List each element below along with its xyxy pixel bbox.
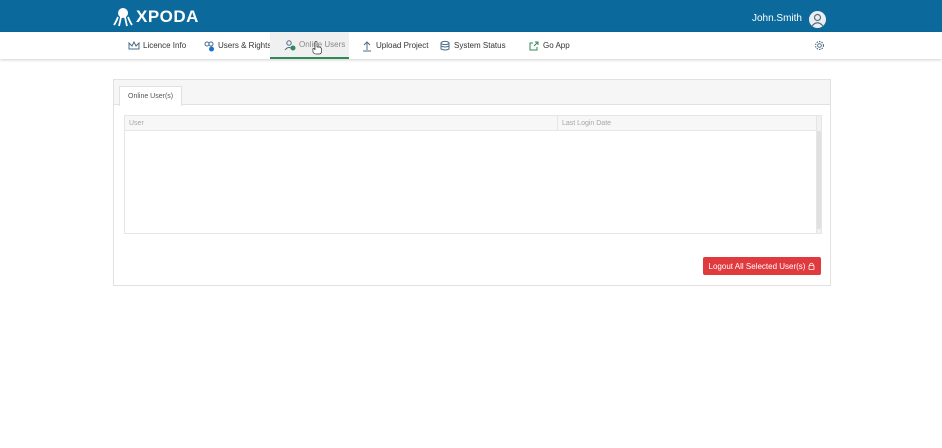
lock-icon <box>808 262 815 270</box>
online-users-icon <box>284 39 296 51</box>
tab-bar: Online User(s) <box>114 80 830 106</box>
column-header-last-login-date[interactable]: Last Login Date <box>558 116 817 131</box>
nav-item-upload-project[interactable]: Upload Project <box>361 32 428 59</box>
brand-logo[interactable]: XPODA <box>113 7 199 27</box>
grid-header: User Last Login Date <box>125 116 817 131</box>
hand-cursor-icon <box>312 41 323 55</box>
top-bar: XPODA John.Smith <box>0 0 942 32</box>
logout-selected-users-button[interactable]: Logout All Selected User(s) <box>703 257 821 275</box>
nav-item-licence-info[interactable]: Licence Info <box>128 32 186 59</box>
user-menu[interactable]: John.Smith <box>752 9 826 29</box>
crown-icon <box>128 40 140 52</box>
external-link-icon <box>528 40 540 52</box>
column-header-user[interactable]: User <box>125 116 558 131</box>
users-rights-icon <box>203 40 215 52</box>
online-users-panel: Online User(s) User Last Login Date Logo… <box>113 79 831 286</box>
logout-button-label: Logout All Selected User(s) <box>708 261 806 271</box>
nav-item-users-rights[interactable]: Users & Rights <box>203 32 271 59</box>
nav-item-system-status[interactable]: System Status <box>439 32 506 59</box>
avatar-icon[interactable] <box>809 10 826 28</box>
grid-scrollbar[interactable] <box>816 116 821 233</box>
database-icon <box>439 40 451 52</box>
scrollbar-thumb[interactable] <box>817 131 821 229</box>
octopus-logo-icon <box>113 7 133 27</box>
tab-online-users[interactable]: Online User(s) <box>119 86 183 106</box>
upload-icon <box>361 40 373 52</box>
nav-item-online-users[interactable]: Online Users <box>270 32 349 59</box>
nav-bar: Licence Info Users & Rights Online Users… <box>0 32 942 59</box>
gear-icon[interactable] <box>814 38 825 50</box>
user-name: John.Smith <box>751 13 802 24</box>
nav-item-go-app[interactable]: Go App <box>528 32 570 59</box>
brand-name: XPODA <box>136 7 199 26</box>
online-users-grid: User Last Login Date <box>124 115 822 234</box>
